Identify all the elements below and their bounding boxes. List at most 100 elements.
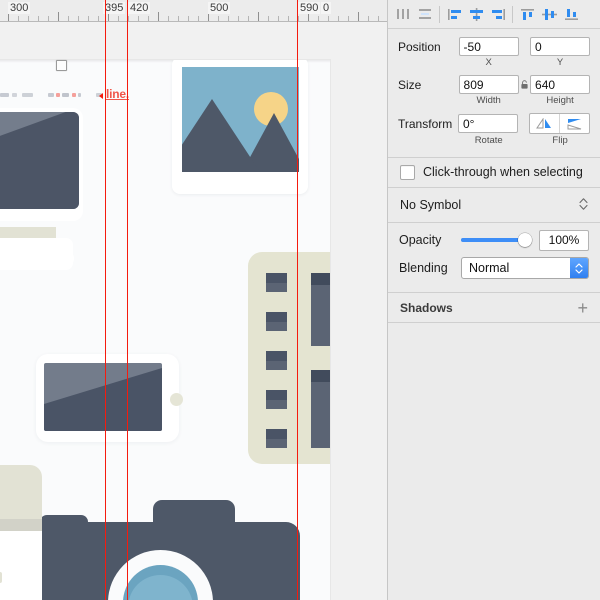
ruler-tick	[278, 16, 279, 21]
ruler-tick	[18, 16, 19, 21]
tablet-screen	[44, 363, 162, 431]
size-width-input[interactable]: 809	[458, 75, 519, 94]
align-vertical-middle-icon[interactable]	[538, 3, 560, 25]
photo-image	[182, 67, 299, 172]
text-fragment	[48, 93, 54, 97]
ruler-tick	[198, 16, 199, 21]
artboard-artwork: line.	[0, 60, 330, 600]
click-through-row[interactable]: Click-through when selecting	[388, 158, 600, 186]
guide-590[interactable]	[297, 0, 298, 600]
checklist-box	[266, 351, 287, 370]
ruler-tick	[88, 16, 89, 21]
blending-row: Blending Normal	[388, 254, 600, 282]
toolbar-divider	[439, 5, 440, 23]
ruler-tick	[338, 16, 339, 21]
ruler-tick	[158, 12, 159, 21]
bottom-left-card-base	[0, 519, 42, 531]
distribute-horizontally-icon[interactable]	[392, 3, 414, 25]
position-x-input[interactable]: -50	[458, 37, 519, 56]
ruler-label: 420	[128, 2, 151, 14]
ruler-label: 0	[321, 2, 332, 14]
size-width-sublabel: Width	[476, 95, 501, 106]
checklist-box	[266, 273, 287, 292]
ruler-label: 500	[208, 2, 231, 14]
ruler-tick	[78, 16, 79, 21]
flip-vertical-icon[interactable]	[558, 114, 589, 133]
rotate-sublabel: Rotate	[474, 135, 503, 146]
text-fragment	[62, 93, 69, 97]
guide-420[interactable]	[127, 0, 128, 600]
guide-arrow-icon	[99, 93, 103, 99]
opacity-label: Opacity	[399, 233, 442, 247]
ruler-tick	[258, 12, 259, 21]
inspector-panel: Position -50 0 X Y Size 809 640 Width He…	[387, 0, 600, 600]
symbol-row[interactable]: No Symbol	[388, 188, 600, 222]
ruler-tick	[148, 16, 149, 21]
align-right-icon[interactable]	[487, 3, 509, 25]
ruler-tick	[268, 16, 269, 21]
add-shadow-button[interactable]: +	[577, 299, 588, 317]
ruler-label: 590	[298, 2, 321, 14]
ruler-tick	[238, 16, 239, 21]
ruler-tick	[218, 16, 219, 21]
monitor-base	[0, 250, 74, 267]
tablet-home-button	[170, 393, 183, 406]
bottom-left-card-strip	[0, 572, 2, 583]
blending-select[interactable]: Normal	[461, 257, 589, 279]
transform-row: Transform 0°	[388, 113, 600, 134]
ruler-tick	[178, 16, 179, 21]
ruler-label: 395	[103, 2, 126, 14]
ruler-tick	[358, 12, 359, 21]
align-top-icon[interactable]	[516, 3, 538, 25]
horizontal-ruler[interactable]: 300 395 420 500 590 0	[0, 0, 387, 22]
ruler-tick	[168, 16, 169, 21]
align-bottom-icon[interactable]	[560, 3, 582, 25]
ruler-tick	[328, 16, 329, 21]
ruler-tick	[68, 16, 69, 21]
blending-label: Blending	[399, 261, 448, 275]
checklist-text-bar	[311, 370, 330, 448]
position-y-input[interactable]: 0	[530, 37, 590, 56]
click-through-checkbox[interactable]	[400, 164, 415, 180]
text-fragment	[12, 93, 17, 97]
selection-handle-top[interactable]	[56, 60, 67, 71]
ruler-tick	[378, 16, 379, 21]
ruler-tick	[348, 16, 349, 21]
flip-horizontal-icon[interactable]	[530, 114, 559, 133]
checklist-box	[266, 390, 287, 409]
divider	[388, 322, 600, 323]
opacity-input[interactable]: 100%	[539, 229, 589, 251]
text-fragment	[78, 93, 81, 97]
size-height-input[interactable]: 640	[530, 75, 590, 94]
text-fragment	[72, 93, 76, 97]
rotate-input[interactable]: 0°	[458, 114, 518, 133]
size-lock-icon[interactable]	[519, 80, 531, 89]
ruler-tick	[138, 16, 139, 21]
position-sublabels: X Y	[388, 57, 600, 68]
transform-sublabels: Rotate Flip	[388, 135, 600, 146]
select-chevron-icon[interactable]	[570, 258, 588, 278]
size-label: Size	[398, 77, 422, 92]
chevron-updown-icon[interactable]	[579, 197, 588, 214]
ruler-tick	[28, 16, 29, 21]
distribute-vertically-icon[interactable]	[414, 3, 436, 25]
position-x-sublabel: X	[485, 57, 492, 68]
toolbar-divider	[512, 5, 513, 23]
bottom-left-card-page	[0, 531, 42, 600]
position-label: Position	[398, 39, 441, 54]
slider-knob[interactable]	[518, 233, 532, 247]
red-annotation-text: line.	[106, 87, 130, 101]
guide-395[interactable]	[105, 0, 106, 600]
align-left-icon[interactable]	[443, 3, 465, 25]
text-fragment	[22, 93, 33, 97]
ruler-tick	[98, 16, 99, 21]
shadows-header: Shadows +	[388, 292, 600, 322]
ruler-tick	[248, 16, 249, 21]
position-y-sublabel: Y	[556, 57, 564, 68]
shadows-title: Shadows	[400, 300, 453, 315]
opacity-slider[interactable]	[461, 233, 532, 247]
align-horizontal-center-icon[interactable]	[465, 3, 487, 25]
text-fragment	[56, 93, 60, 97]
canvas-area[interactable]: line. 300 395 420 500 590 0	[0, 0, 387, 600]
ruler-tick	[228, 16, 229, 21]
